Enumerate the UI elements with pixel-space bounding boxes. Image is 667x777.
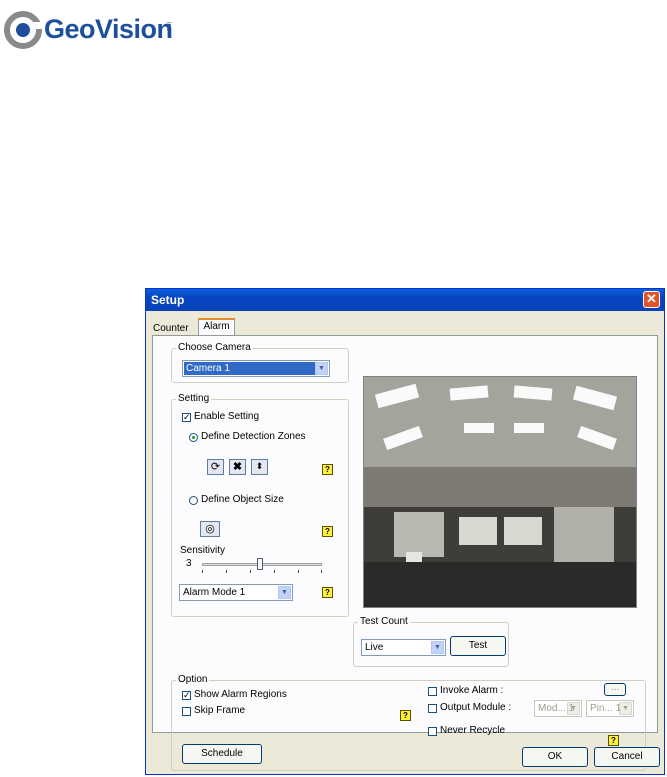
test-button[interactable]: Test [450, 636, 506, 656]
show-alarm-regions-checkbox[interactable]: ✓ [182, 691, 191, 700]
cancel-button[interactable]: Cancel [594, 747, 660, 767]
output-pin-select[interactable]: Pin... 1 ▼ [586, 700, 634, 717]
never-recycle-checkbox[interactable] [428, 727, 437, 736]
invoke-alarm-label: Invoke Alarm : [440, 685, 504, 696]
chevron-down-icon: ▼ [431, 641, 444, 654]
close-button[interactable]: ✕ [643, 291, 660, 308]
skip-frame-label: Skip Frame [194, 705, 246, 716]
setting-legend: Setting [176, 393, 212, 404]
output-module-checkbox[interactable] [428, 704, 437, 713]
tab-counter[interactable]: Counter [150, 321, 192, 336]
geovision-logo-icon [4, 11, 44, 49]
logo-inc: inc [165, 22, 172, 31]
option-legend: Option [176, 674, 210, 685]
close-icon: ✕ [646, 291, 657, 306]
setting-group: Setting ✓ Enable Setting Define Detectio… [171, 393, 349, 617]
camera-select-value: Camera 1 [186, 363, 230, 374]
alarm-mode-select[interactable]: Alarm Mode 1 ▼ [179, 584, 293, 601]
alarm-tab-panel: Choose Camera Camera 1 ▼ Setting ✓ Enabl… [152, 335, 658, 771]
refresh-icon[interactable]: ⟳ [207, 459, 224, 475]
help-icon[interactable]: ? [322, 587, 333, 598]
test-count-group: Test Count Live ▼ Test [353, 616, 509, 667]
output-pin-value: Pin... 1 [590, 703, 622, 714]
output-module-select[interactable]: Mod... 1 ▼ [534, 700, 582, 717]
test-count-mode-select[interactable]: Live ▼ [361, 639, 446, 656]
sensitivity-label: Sensitivity [180, 545, 226, 556]
help-icon[interactable]: ? [322, 464, 333, 475]
help-icon[interactable]: ? [400, 710, 411, 721]
camera-select[interactable]: Camera 1 ▼ [182, 360, 330, 377]
skip-frame-checkbox[interactable] [182, 707, 191, 716]
alarm-mode-value: Alarm Mode 1 [183, 587, 246, 598]
camera-preview [363, 376, 637, 608]
define-object-size-label: Define Object Size [201, 494, 284, 505]
output-module-value: Mod... 1 [538, 703, 575, 714]
ok-button[interactable]: OK [522, 747, 588, 767]
resize-icon[interactable]: ⬍ [251, 459, 268, 475]
choose-camera-legend: Choose Camera [176, 342, 253, 353]
define-object-size-radio[interactable] [189, 496, 198, 505]
choose-camera-group: Choose Camera Camera 1 ▼ [171, 342, 349, 383]
test-count-legend: Test Count [358, 616, 410, 627]
invoke-alarm-checkbox[interactable] [428, 687, 437, 696]
test-count-mode-value: Live [365, 642, 384, 653]
slider-thumb[interactable] [257, 558, 263, 570]
sensitivity-slider[interactable] [202, 558, 322, 573]
title-bar: Setup ✕ [146, 289, 664, 311]
invoke-alarm-browse-button[interactable]: ... [604, 683, 626, 696]
object-size-icon[interactable]: ◎ [200, 521, 220, 537]
chevron-down-icon: ▼ [315, 362, 328, 375]
delete-icon[interactable]: ✖ [229, 459, 246, 475]
enable-setting-label: Enable Setting [194, 411, 260, 422]
logo-text: GeoVision [44, 14, 173, 44]
camera-image [364, 377, 636, 607]
show-alarm-regions-label: Show Alarm Regions [194, 689, 287, 700]
define-detection-zones-label: Define Detection Zones [201, 431, 306, 442]
define-detection-zones-radio[interactable] [189, 433, 198, 442]
help-icon[interactable]: ? [608, 735, 619, 746]
enable-setting-checkbox[interactable]: ✓ [182, 413, 191, 422]
tab-alarm[interactable]: Alarm [198, 318, 235, 335]
never-recycle-label: Never Recycle [440, 725, 506, 736]
setup-window: Setup ✕ Counter Alarm Choose Camera Came… [145, 288, 665, 775]
chevron-down-icon: ▼ [278, 586, 291, 599]
window-title: Setup [151, 293, 185, 307]
schedule-button[interactable]: Schedule [182, 744, 262, 764]
sensitivity-value: 3 [186, 558, 192, 569]
output-module-label: Output Module : [440, 702, 512, 713]
help-icon[interactable]: ? [322, 526, 333, 537]
